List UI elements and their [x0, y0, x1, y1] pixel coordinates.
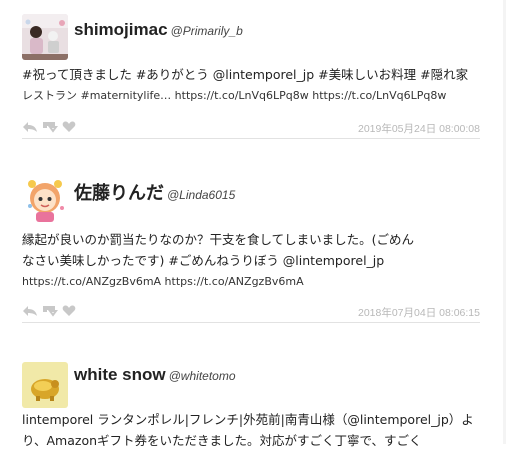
user-handle[interactable]: @Linda6015	[167, 188, 235, 202]
tweet-text-line: 縁起が良いのか罰当たりなのか？干支を食してしまいました。(ごめん	[22, 232, 415, 247]
tweet-text-line: レストラン #maternitylife… https://t.co/LnVq6…	[22, 89, 447, 102]
tweet-item: white snow @whitetomo lintemporel ランタンポレル…	[22, 362, 480, 448]
avatar[interactable]	[22, 176, 68, 222]
tweet-text: lintemporel ランタンポレル|フレンチ|外苑前|南青山様（@linte…	[22, 409, 480, 451]
like-icon[interactable]	[62, 305, 76, 317]
tweet-text-line: https://t.co/ANZgzBv6mA https://t.co/ANZ…	[22, 275, 304, 288]
display-name[interactable]: 佐藤りんだ	[74, 183, 164, 203]
tweet-text-line: lintemporel ランタンポレル|フレンチ|外苑前|南青山様（@linte…	[22, 412, 474, 427]
divider	[22, 322, 480, 323]
tweet-item: shimojimac @Primarily_b #祝って頂きました #ありがとう …	[22, 14, 480, 144]
tweet-actions	[22, 305, 76, 317]
gold-piggy-icon	[22, 362, 68, 408]
tweet-feed: shimojimac @Primarily_b #祝って頂きました #ありがとう …	[0, 0, 506, 448]
avatar[interactable]	[22, 362, 68, 408]
reply-icon[interactable]	[22, 121, 38, 133]
user-handle[interactable]: @Primarily_b	[171, 24, 243, 38]
tweet-text-line: #祝って頂きました #ありがとう @lintemporel_jp #美味しいお料…	[22, 67, 469, 82]
tweet-author: 佐藤りんだ @Linda6015	[74, 179, 235, 205]
tweet-text-line: なさい美味しかったです) #ごめんねうりぼう @lintemporel_jp	[22, 253, 385, 268]
cartoon-girl-icon	[22, 176, 68, 222]
display-name[interactable]: shimojimac	[74, 20, 168, 39]
tweet-author: shimojimac @Primarily_b	[74, 20, 243, 40]
tweet-text: 縁起が良いのか罰当たりなのか？干支を食してしまいました。(ごめん なさい美味しか…	[22, 229, 480, 292]
reply-icon[interactable]	[22, 305, 38, 317]
tweet-text-line: り、Amazonギフト券をいただきました。対応がすごく丁寧で、すごく	[22, 433, 422, 448]
tweet-text: #祝って頂きました #ありがとう @lintemporel_jp #美味しいお料…	[22, 64, 480, 106]
user-photo-icon	[22, 14, 68, 60]
display-name[interactable]: white snow	[74, 365, 166, 384]
tweet-author: white snow @whitetomo	[74, 365, 236, 385]
tweet-item: 佐藤りんだ @Linda6015 縁起が良いのか罰当たりなのか？干支を食してしまい…	[22, 176, 480, 326]
tweet-actions	[22, 121, 76, 133]
divider	[22, 138, 480, 139]
tweet-date[interactable]: 2019年05月24日 08:00:08	[358, 121, 480, 136]
retweet-icon[interactable]	[41, 121, 59, 133]
avatar[interactable]	[22, 14, 68, 60]
user-handle[interactable]: @whitetomo	[169, 369, 236, 383]
like-icon[interactable]	[62, 121, 76, 133]
retweet-icon[interactable]	[41, 305, 59, 317]
tweet-date[interactable]: 2018年07月04日 08:06:15	[358, 305, 480, 320]
